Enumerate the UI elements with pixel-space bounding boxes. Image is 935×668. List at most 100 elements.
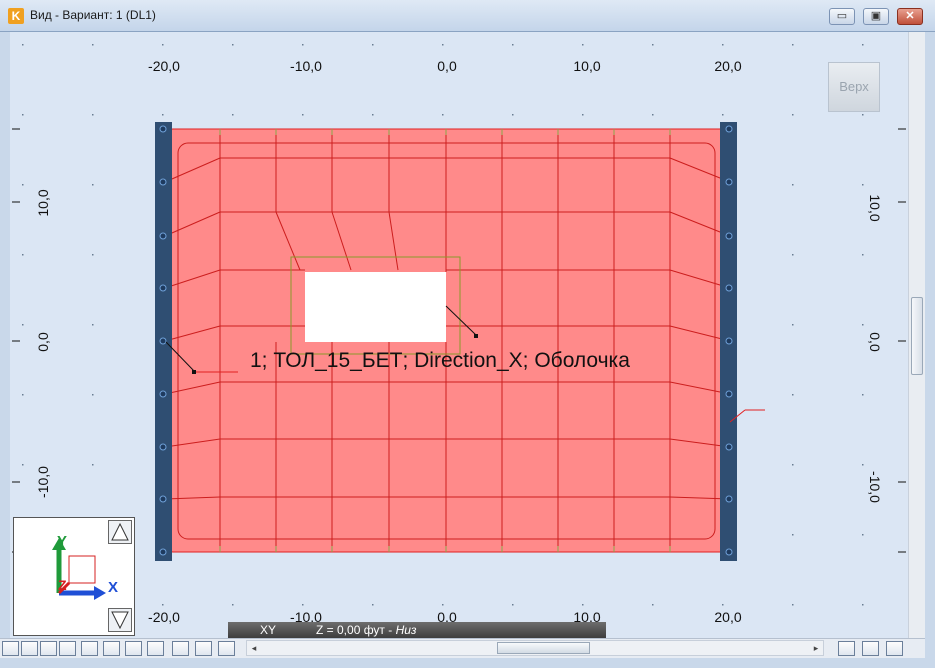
minimize-button[interactable]: ▭ — [829, 8, 855, 25]
line-icon[interactable] — [40, 641, 57, 656]
triangle-down-icon — [111, 611, 129, 630]
link-icon[interactable] — [862, 641, 879, 656]
grid-dot — [442, 44, 444, 46]
rename-icon[interactable] — [172, 641, 189, 656]
grid-dot — [372, 44, 374, 46]
top-tick-label: -10,0 — [290, 58, 322, 74]
z-axis-label: Z — [58, 577, 67, 593]
grid-dot — [372, 604, 374, 606]
grid-dot — [862, 114, 864, 116]
slab-fill[interactable] — [164, 128, 731, 553]
view-cube-top[interactable]: Верх — [828, 62, 880, 112]
right-ruler: 10,0 0,0 -10,0 — [867, 194, 883, 503]
axis-plane-square — [68, 555, 96, 584]
label-leader-dot — [192, 370, 196, 374]
grid-dot — [862, 534, 864, 536]
right-tick-label: 0,0 — [867, 332, 883, 352]
grid-dot — [442, 114, 444, 116]
bottom-tick-label: -20,0 — [148, 609, 180, 625]
grid-dot — [92, 114, 94, 116]
grid-dot — [792, 44, 794, 46]
z-level-info: Z = 0,00 фут - Низ — [316, 622, 417, 638]
load-icon[interactable] — [81, 641, 98, 656]
grid-icon[interactable] — [218, 641, 235, 656]
window-title: Вид - Вариант: 1 (DL1) — [30, 8, 156, 22]
grid-dot — [722, 114, 724, 116]
grid-dot — [92, 184, 94, 186]
opening-leader-dot — [474, 334, 478, 338]
grid-dot — [372, 114, 374, 116]
horizontal-scroll-thumb[interactable] — [497, 642, 590, 654]
plane-status-bar: XY Z = 0,00 фут - Низ — [228, 622, 606, 638]
model-viewport[interactable]: 1; ТОЛ_15_БЕТ; Direction_X; Оболочка -20… — [10, 32, 908, 638]
grid-dot — [22, 394, 24, 396]
scroll-left-icon[interactable]: ◂ — [248, 642, 260, 654]
surface-icon[interactable] — [59, 641, 76, 656]
eye-icon[interactable] — [886, 641, 903, 656]
grid-dot — [162, 604, 164, 606]
support-icon[interactable] — [21, 641, 38, 656]
axis-icon[interactable] — [125, 641, 142, 656]
grid-dot — [232, 114, 234, 116]
window-titlebar: K Вид - Вариант: 1 (DL1) ▭ ▣ ✕ — [0, 0, 935, 32]
viewport-canvas[interactable]: 1; ТОЛ_15_БЕТ; Direction_X; Оболочка -20… — [10, 32, 908, 638]
vertical-scroll-thumb[interactable] — [911, 297, 923, 375]
grid-dot — [232, 604, 234, 606]
grid-dot — [792, 394, 794, 396]
plane-label: XY — [259, 623, 276, 637]
grid-dot — [792, 324, 794, 326]
window-bottom-frame — [0, 658, 935, 668]
grid-dot — [792, 534, 794, 536]
grid-dot — [582, 604, 584, 606]
grid-dot — [512, 44, 514, 46]
app-icon: K — [8, 8, 24, 24]
delete-icon[interactable] — [838, 641, 855, 656]
axis-orientation-widget: Y X Z — [13, 517, 135, 636]
grid-dot — [862, 394, 864, 396]
maximize-button[interactable]: ▣ — [863, 8, 889, 25]
grid-dot — [862, 184, 864, 186]
grid-dot — [862, 324, 864, 326]
top-tick-label: 0,0 — [437, 58, 457, 74]
scroll-right-icon[interactable]: ▸ — [810, 642, 822, 654]
y-axis-label: Y — [57, 533, 67, 550]
grid-dot — [652, 114, 654, 116]
horizontal-scrollbar[interactable]: ◂ ▸ — [246, 640, 824, 656]
grid-dot — [22, 254, 24, 256]
grid-dot — [22, 44, 24, 46]
left-tick-label: 0,0 — [35, 332, 51, 352]
close-icon: ✕ — [905, 10, 915, 22]
number-icon[interactable] — [195, 641, 212, 656]
rotate-down-button[interactable] — [108, 608, 132, 632]
grid-dot — [792, 184, 794, 186]
grid-dot — [582, 44, 584, 46]
grid-dot — [512, 114, 514, 116]
grid-dot — [722, 604, 724, 606]
element-label: 1; ТОЛ_15_БЕТ; Direction_X; Оболочка — [250, 349, 630, 372]
top-ruler: -20,0 -10,0 0,0 10,0 20,0 — [148, 58, 742, 74]
slab-opening[interactable] — [305, 272, 446, 342]
grid-dot — [722, 44, 724, 46]
z-level-value: Z = 0,00 фут - — [316, 623, 396, 637]
rotate-up-button[interactable] — [108, 520, 132, 544]
grid-dot — [512, 604, 514, 606]
grid-dot — [22, 184, 24, 186]
grid-dot — [862, 44, 864, 46]
grid-dot — [792, 114, 794, 116]
grid-dot — [162, 44, 164, 46]
top-tick-label: 20,0 — [714, 58, 741, 74]
right-tick-label: -10,0 — [867, 471, 883, 503]
grid-dot — [92, 254, 94, 256]
grid-dot — [302, 44, 304, 46]
close-button[interactable]: ✕ — [897, 8, 923, 25]
z-side-label: Низ — [395, 623, 417, 637]
right-tick-label: 10,0 — [867, 194, 883, 221]
slab-icon[interactable] — [147, 641, 164, 656]
top-tick-label: -20,0 — [148, 58, 180, 74]
node-icon[interactable] — [2, 641, 19, 656]
grid-dot — [22, 114, 24, 116]
pencil-icon[interactable] — [103, 641, 120, 656]
x-axis-label: X — [108, 579, 118, 596]
bottom-tick-label: 20,0 — [714, 609, 741, 625]
vertical-scrollbar[interactable] — [908, 32, 925, 638]
